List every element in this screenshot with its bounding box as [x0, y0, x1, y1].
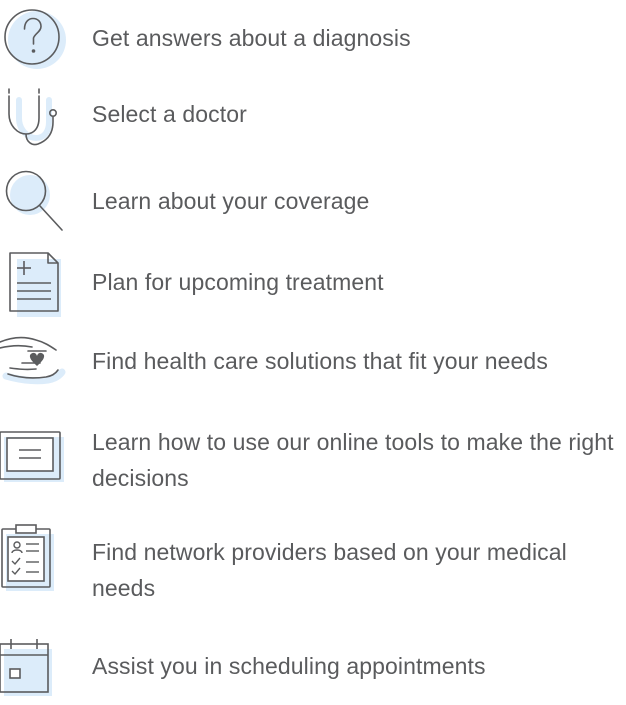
list-item-appointments: Assist you in scheduling appointments — [0, 635, 626, 696]
stethoscope-icon — [0, 80, 75, 150]
item-label: Learn how to use our online tools to mak… — [92, 429, 614, 491]
list-item-doctor: Select a doctor — [0, 80, 626, 155]
item-label: Learn about your coverage — [92, 188, 370, 214]
computer-monitor-icon — [0, 415, 75, 485]
list-item-network-providers: Find network providers based on your med… — [0, 524, 626, 610]
list-item-online-tools: Learn how to use our online tools to mak… — [0, 415, 626, 500]
question-circle-icon — [0, 0, 75, 70]
item-label: Plan for upcoming treatment — [92, 269, 384, 295]
item-label: Find network providers based on your med… — [92, 539, 567, 601]
list-item-diagnosis: Get answers about a diagnosis — [0, 0, 626, 80]
hands-heart-icon — [0, 325, 75, 395]
magnifier-icon — [0, 160, 75, 231]
clipboard-checklist-icon — [0, 524, 75, 595]
item-label: Assist you in scheduling appointments — [92, 653, 486, 679]
calendar-icon — [0, 635, 75, 705]
list-item-treatment: Plan for upcoming treatment — [0, 245, 626, 320]
item-label: Select a doctor — [92, 101, 247, 127]
item-label: Get answers about a diagnosis — [92, 25, 411, 51]
medical-document-icon — [0, 245, 75, 317]
item-label: Find health care solutions that fit your… — [92, 348, 548, 374]
list-item-solutions: Find health care solutions that fit your… — [0, 325, 626, 400]
list-item-coverage: Learn about your coverage — [0, 160, 626, 240]
